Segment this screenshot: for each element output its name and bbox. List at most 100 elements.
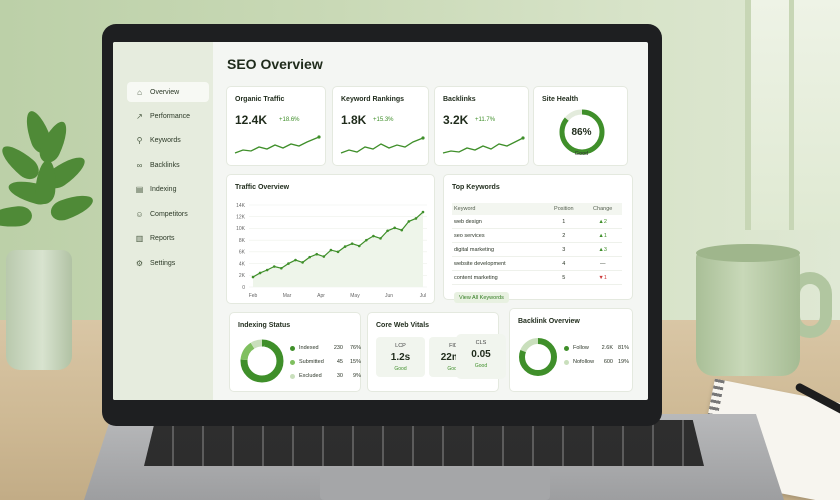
sidebar-item-label: Keywords xyxy=(150,136,181,144)
legend-dot xyxy=(564,345,569,351)
traffic-overview-card[interactable]: Traffic Overview 14K 12K 10K 8K 6K 4K 2K 0 Feb Ma… xyxy=(226,174,435,304)
position-cell: 5 xyxy=(544,270,584,285)
cls-metric: CLS 0.05 Good xyxy=(456,334,506,379)
data-point xyxy=(400,228,404,232)
organic-traffic-card[interactable]: Organic Traffic 12.4K +18.6% xyxy=(226,86,326,166)
keyword-cell: digital marketing xyxy=(452,242,545,257)
organic-sparkline xyxy=(234,135,321,154)
trend-icon: ↗ xyxy=(136,111,143,121)
card-title: Keyword Rankings xyxy=(341,96,405,103)
lcp-metric: LCP 1.2s Good xyxy=(376,337,425,377)
key-icon: ⚲ xyxy=(136,135,143,145)
data-point xyxy=(407,220,411,223)
dashboard-screen: ⌂ Overview ↗ Performance ⚲ Keywords ∞ Ba… xyxy=(113,42,648,400)
data-point xyxy=(265,268,269,272)
sidebar-item-label: Indexing xyxy=(150,185,177,193)
legend-indexed: Indexed 230 76% xyxy=(290,345,361,351)
sidebar-item-keywords[interactable]: ⚲ Keywords xyxy=(127,130,209,150)
site-health-value: 86% xyxy=(571,127,592,138)
backlinks-sparkline xyxy=(442,136,525,154)
change-cell: ▲2 xyxy=(583,215,622,229)
keyword-cell: website development xyxy=(452,256,545,271)
data-point xyxy=(272,265,276,268)
x-tick-label: Feb xyxy=(249,293,258,299)
y-tick-label: 0 xyxy=(242,285,245,291)
data-point xyxy=(294,258,297,262)
backlink-overview-card[interactable]: Backlink Overview Follow 2.6K 81% Nofoll… xyxy=(509,308,633,392)
sidebar-item-indexing[interactable]: ▤ Indexing xyxy=(127,179,209,199)
sidebar-item-performance[interactable]: ↗ Performance xyxy=(127,106,209,126)
site-health-status: Good xyxy=(574,151,589,157)
legend-submitted: Submitted 45 15% xyxy=(290,359,361,365)
gear-icon: ⚙ xyxy=(135,258,144,268)
table-row[interactable]: seo services 2 ▲1 xyxy=(452,228,622,243)
x-tick-label: Jun xyxy=(385,293,393,299)
sidebar: ⌂ Overview ↗ Performance ⚲ Keywords ∞ Ba… xyxy=(113,42,213,400)
page-title: SEO Overview xyxy=(227,56,323,72)
sidebar-item-label: Settings xyxy=(150,259,176,267)
position-cell: 2 xyxy=(544,228,584,243)
y-tick-label: 6K xyxy=(239,250,246,256)
card-title: Backlink Overview xyxy=(518,318,580,325)
traffic-area xyxy=(253,212,423,287)
backlinks-card[interactable]: Backlinks 3.2K +11.7% xyxy=(434,86,529,166)
metric-change: +18.6% xyxy=(279,117,300,123)
keyword-cell: seo services xyxy=(452,228,545,243)
data-point xyxy=(329,248,333,252)
y-tick-label: 10K xyxy=(236,226,246,232)
change-cell: ▼1 xyxy=(583,270,622,285)
metric-value: 12.4K xyxy=(235,113,268,127)
indexing-donut-chart xyxy=(240,339,284,383)
top-keywords-card[interactable]: Top Keywords Keyword Position Change web… xyxy=(443,174,633,303)
position-cell: 4 xyxy=(544,256,584,271)
sidebar-item-label: Competitors xyxy=(150,210,188,218)
window xyxy=(745,0,840,230)
metric-change: +15.3% xyxy=(373,117,394,123)
data-point xyxy=(372,234,375,238)
sidebar-item-label: Reports xyxy=(150,234,175,242)
table-row[interactable]: digital marketing 3 ▲3 xyxy=(452,242,622,257)
sidebar-item-backlinks[interactable]: ∞ Backlinks xyxy=(127,155,209,175)
legend-dot xyxy=(564,359,569,365)
x-tick-label: Apr xyxy=(317,293,325,299)
column-header: Change xyxy=(583,203,622,215)
position-cell: 3 xyxy=(544,242,584,257)
data-point xyxy=(258,271,262,275)
data-point xyxy=(350,242,354,245)
y-tick-label: 14K xyxy=(236,203,246,209)
data-point xyxy=(386,229,389,233)
sidebar-item-label: Performance xyxy=(150,112,191,120)
traffic-overview-chart: 14K 12K 10K 8K 6K 4K 2K 0 Feb Mar Apr May Jun Jul xyxy=(236,203,427,299)
backlink-donut-chart xyxy=(519,338,557,376)
metric-change: +11.7% xyxy=(475,117,496,123)
data-point xyxy=(343,245,347,248)
legend-nofollow: Nofollow 600 19% xyxy=(564,359,629,365)
sidebar-item-settings[interactable]: ⚙ Settings xyxy=(127,253,209,273)
keyword-cell: web design xyxy=(452,215,545,229)
data-point xyxy=(287,262,290,265)
legend-dot xyxy=(290,359,295,365)
data-point xyxy=(315,252,319,256)
legend-dot xyxy=(290,345,295,351)
table-row[interactable]: content marketing 5 ▼1 xyxy=(452,270,622,285)
sidebar-item-reports[interactable]: ▥ Reports xyxy=(127,228,209,248)
table-row[interactable]: website development 4 — xyxy=(452,256,622,271)
data-point xyxy=(379,237,382,240)
position-cell: 1 xyxy=(544,215,584,229)
sidebar-item-competitors[interactable]: ☺ Competitors xyxy=(127,204,209,224)
site-health-card[interactable]: Site Health 86% Good xyxy=(533,86,628,166)
view-all-keywords-button[interactable]: View All Keywords xyxy=(454,292,509,303)
y-tick-label: 12K xyxy=(236,215,246,221)
sidebar-item-overview[interactable]: ⌂ Overview xyxy=(127,82,209,102)
x-tick-label: Jul xyxy=(420,293,426,299)
indexing-status-card[interactable]: Indexing Status Indexed 230 76% Submitte… xyxy=(229,312,361,392)
data-point xyxy=(336,250,340,254)
link-icon: ∞ xyxy=(136,160,143,170)
y-tick-label: 4K xyxy=(239,261,246,267)
card-title: Core Web Vitals xyxy=(376,322,430,329)
keyword-rankings-card[interactable]: Keyword Rankings 1.8K +15.3% xyxy=(332,86,429,166)
table-row[interactable]: web design 1 ▲2 xyxy=(452,215,622,229)
y-tick-label: 2K xyxy=(239,273,246,279)
column-header: Keyword xyxy=(452,203,545,215)
data-point xyxy=(393,226,396,230)
